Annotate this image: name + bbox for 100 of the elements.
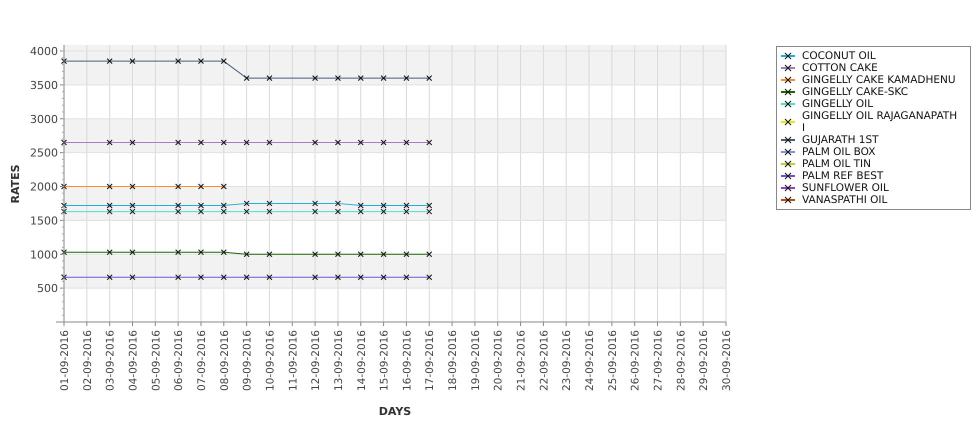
point-marker <box>244 75 250 82</box>
point-marker <box>244 200 250 206</box>
x-tick-label: 03-09-2016 <box>104 330 117 392</box>
point-marker <box>426 139 432 146</box>
x-tick-label: 15-09-2016 <box>378 330 391 392</box>
x-tick-label: 16-09-2016 <box>401 330 414 392</box>
y-tick-label: 4000 <box>30 45 58 58</box>
point-marker <box>244 251 250 258</box>
point-marker <box>198 139 204 146</box>
point-marker <box>106 184 113 190</box>
point-marker <box>334 274 341 280</box>
x-axis-title: DAYS <box>378 405 412 418</box>
legend-label: GINGELLY CAKE-SKC <box>802 86 910 98</box>
point-marker <box>106 249 113 256</box>
point-marker <box>312 251 318 258</box>
x-tick-label: 07-09-2016 <box>196 330 208 392</box>
x-tick-label: 01-09-2016 <box>59 330 71 392</box>
point-marker <box>334 139 341 146</box>
point-marker <box>403 75 410 82</box>
x-tick-label: 09-09-2016 <box>242 330 254 392</box>
x-tick-label: 28-09-2016 <box>675 330 688 392</box>
legend-label: VANASPATHI OIL <box>802 194 888 206</box>
point-marker <box>334 75 341 82</box>
point-marker <box>403 139 410 146</box>
point-marker <box>426 274 432 280</box>
point-marker <box>380 274 387 280</box>
y-tick-label: 3500 <box>30 78 58 92</box>
y-tick-label: 2500 <box>30 146 58 160</box>
legend-label: GUJARATH 1ST <box>802 134 880 146</box>
x-tick-label: 12-09-2016 <box>310 330 322 392</box>
point-marker <box>175 139 182 146</box>
point-marker <box>61 58 67 64</box>
point-marker <box>244 139 250 146</box>
point-marker <box>244 208 250 215</box>
x-tick-label: 08-09-2016 <box>218 330 231 392</box>
x-tick-label: 11-09-2016 <box>287 330 300 392</box>
x-tick-label: 13-09-2016 <box>332 330 345 392</box>
legend-label: GINGELLY CAKE KAMADHENU <box>802 74 957 86</box>
point-marker <box>198 249 204 256</box>
point-marker <box>266 251 272 258</box>
point-marker <box>129 249 136 256</box>
y-tick-label: 500 <box>37 282 58 296</box>
point-marker <box>106 58 113 64</box>
point-marker <box>266 200 272 206</box>
x-tick-label: 21-09-2016 <box>516 330 528 392</box>
point-marker <box>358 274 364 280</box>
point-marker <box>129 139 136 146</box>
point-marker <box>129 274 136 280</box>
point-marker <box>106 274 113 280</box>
point-marker <box>220 139 227 146</box>
legend-label: PALM REF BEST <box>802 170 884 182</box>
point-marker <box>266 75 272 82</box>
x-tick-label: 22-09-2016 <box>538 330 550 392</box>
point-marker <box>358 139 364 146</box>
legend-label: SUNFLOWER OIL <box>802 182 890 194</box>
x-tick-label: 02-09-2016 <box>82 330 94 392</box>
point-marker <box>312 208 318 215</box>
point-marker <box>312 75 318 82</box>
x-tick-label: 27-09-2016 <box>652 330 665 392</box>
y-axis-title: RATES <box>9 164 22 204</box>
x-tick-label: 05-09-2016 <box>150 330 162 392</box>
point-marker <box>334 200 341 206</box>
y-tick-label: 1000 <box>30 248 58 262</box>
legend-label: PALM OIL TIN <box>802 158 872 170</box>
point-marker <box>220 249 227 256</box>
point-marker <box>266 208 272 215</box>
legend-label: PALM OIL BOX <box>802 146 876 158</box>
y-tick-label: 1500 <box>30 214 58 228</box>
point-marker <box>312 200 318 206</box>
point-marker <box>266 274 272 280</box>
point-marker <box>198 58 204 64</box>
point-marker <box>380 139 387 146</box>
x-tick-label: 30-09-2016 <box>721 330 733 392</box>
point-marker <box>312 274 318 280</box>
point-marker <box>358 75 364 82</box>
point-marker <box>129 184 136 190</box>
legend-label: COTTON CAKE <box>802 62 879 74</box>
x-tick-label: 18-09-2016 <box>447 330 460 392</box>
x-tick-label: 25-09-2016 <box>606 330 619 392</box>
point-marker <box>334 208 341 215</box>
x-tick-label: 10-09-2016 <box>264 330 276 392</box>
point-marker <box>380 251 387 258</box>
point-marker <box>106 139 113 146</box>
legend-label: GINGELLY OIL RAJAGANAPATHI <box>802 110 958 134</box>
legend-label: GINGELLY OIL <box>802 98 874 110</box>
point-marker <box>61 184 67 190</box>
point-marker <box>61 139 67 146</box>
x-tick-label: 04-09-2016 <box>127 330 140 392</box>
x-tick-label: 17-09-2016 <box>424 330 436 392</box>
point-marker <box>175 184 182 190</box>
point-marker <box>198 184 204 190</box>
point-marker <box>220 58 227 64</box>
legend-label: COCONUT OIL <box>802 50 877 62</box>
point-marker <box>220 274 227 280</box>
x-tick-label: 24-09-2016 <box>584 330 596 392</box>
y-tick-label: 2000 <box>30 180 58 194</box>
x-tick-label: 06-09-2016 <box>173 330 186 392</box>
point-marker <box>403 251 410 258</box>
x-tick-label: 29-09-2016 <box>698 330 710 392</box>
point-marker <box>61 249 67 256</box>
